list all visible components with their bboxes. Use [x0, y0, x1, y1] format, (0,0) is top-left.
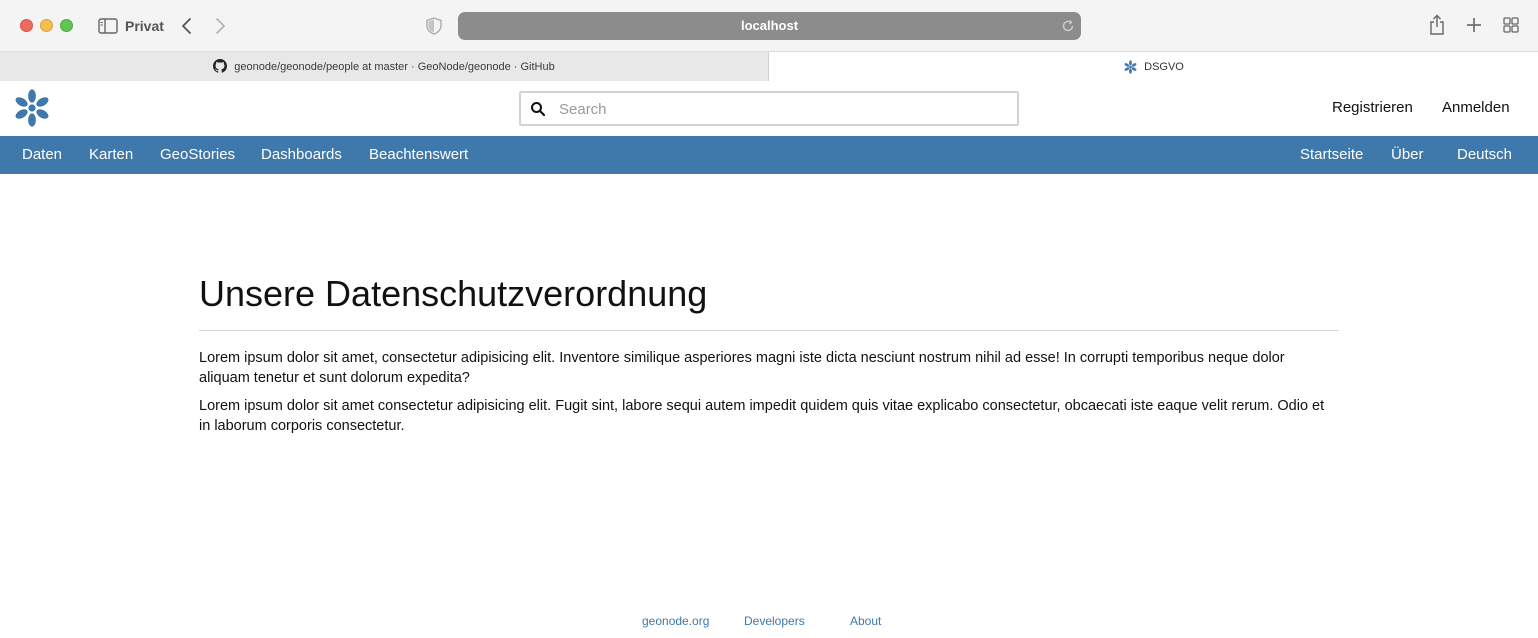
geonode-icon: [1123, 59, 1138, 74]
search-box: [519, 91, 1019, 126]
new-tab-plus-icon[interactable]: [1464, 15, 1484, 35]
zoom-window-button[interactable]: [60, 19, 73, 32]
nav-item-beachtenswert[interactable]: Beachtenswert: [369, 146, 468, 163]
tab-github[interactable]: geonode/geonode/people at master · GeoNo…: [0, 52, 769, 81]
tab-strip: geonode/geonode/people at master · GeoNo…: [0, 52, 1538, 81]
back-arrow-icon[interactable]: [176, 15, 196, 37]
search-input[interactable]: [559, 97, 999, 121]
nav-item-geostories[interactable]: GeoStories: [160, 146, 235, 163]
footer-link-geonode-org[interactable]: geonode.org: [642, 614, 709, 628]
share-icon[interactable]: [1427, 13, 1447, 37]
forward-arrow-icon[interactable]: [211, 15, 231, 37]
github-icon: [213, 59, 228, 74]
search-icon: [530, 101, 546, 117]
content-paragraph: Lorem ipsum dolor sit amet consectetur a…: [199, 398, 1325, 434]
address-bar-url: localhost: [740, 18, 799, 33]
tab-overview-icon[interactable]: [1501, 15, 1521, 35]
nav-item-ueber[interactable]: Über: [1391, 146, 1424, 163]
content-paragraph: Lorem ipsum dolor sit amet, consectetur …: [199, 350, 1285, 386]
nav-item-karten[interactable]: Karten: [89, 146, 133, 163]
address-bar[interactable]: localhost: [458, 12, 1081, 40]
nav-item-startseite[interactable]: Startseite: [1300, 146, 1363, 163]
footer-link-about[interactable]: About: [850, 614, 881, 628]
minimize-window-button[interactable]: [40, 19, 53, 32]
main-content: Unsere Datenschutzverordnung Lorem ipsum…: [199, 274, 1339, 436]
geonode-logo-icon[interactable]: [12, 88, 52, 128]
site-header: Registrieren Anmelden: [0, 81, 1538, 136]
footer-link-developers[interactable]: Developers: [744, 614, 805, 628]
close-window-button[interactable]: [20, 19, 33, 32]
page-title: Unsere Datenschutzverordnung: [199, 274, 1339, 331]
nav-item-daten[interactable]: Daten: [22, 146, 62, 163]
language-selector[interactable]: Deutsch: [1457, 146, 1512, 163]
reload-icon[interactable]: [1061, 19, 1075, 33]
main-navbar: Daten Karten GeoStories Dashboards Beach…: [0, 136, 1538, 174]
privacy-shield-icon[interactable]: [425, 15, 443, 37]
tab-dsgvo[interactable]: DSGVO: [769, 52, 1538, 81]
sidebar-toggle-icon[interactable]: [97, 16, 119, 36]
login-link[interactable]: Anmelden: [1442, 99, 1510, 116]
register-link[interactable]: Registrieren: [1332, 99, 1413, 116]
private-mode-label: Privat: [125, 18, 164, 34]
tab-title: geonode/geonode/people at master · GeoNo…: [234, 60, 555, 73]
browser-titlebar: Privat localhost: [0, 0, 1538, 52]
tab-title: DSGVO: [1144, 60, 1184, 73]
nav-item-dashboards[interactable]: Dashboards: [261, 146, 342, 163]
